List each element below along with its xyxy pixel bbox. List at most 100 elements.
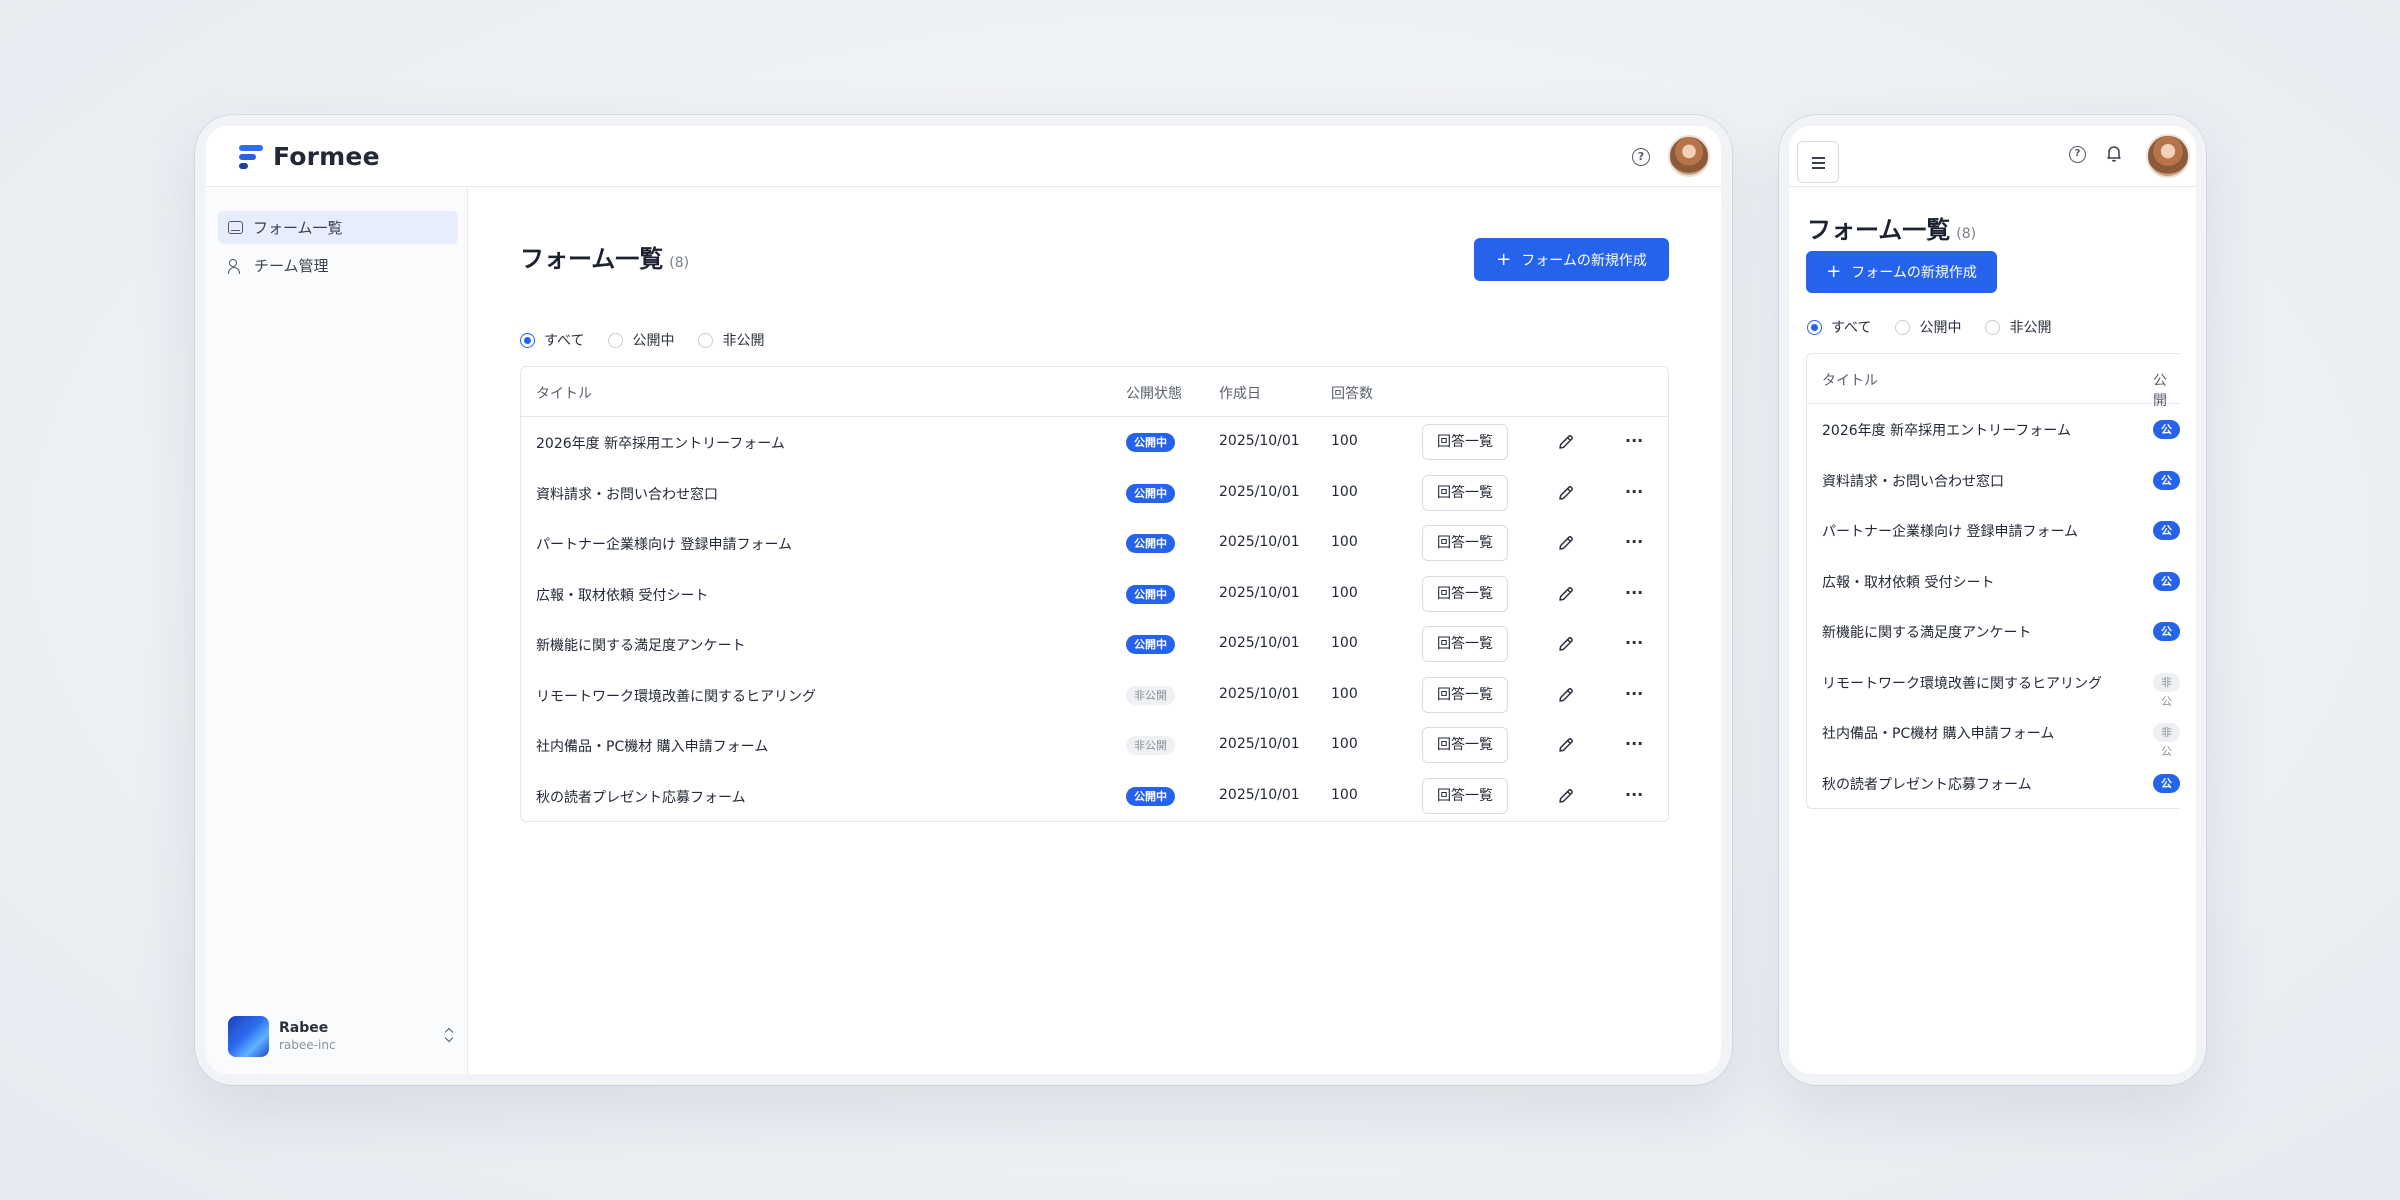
responses-button[interactable]: 回答一覧 [1422, 424, 1508, 460]
status-badge: 公開中 [1126, 786, 1175, 806]
responses-button[interactable]: 回答一覧 [1422, 727, 1508, 763]
org-switcher[interactable]: Rabee rabee-inc [228, 1014, 458, 1058]
form-title[interactable]: リモートワーク環境改善に関するヒアリング [1822, 673, 2102, 693]
table-row[interactable]: 社内備品・PC機材 購入申請フォーム 非公 [1807, 707, 2180, 758]
menu-button[interactable] [1797, 141, 1839, 183]
mobile-device-frame: ? フォーム一覧 (8) + フォームの新規作成 すべて 公開中 非公開 タイトル… [1779, 115, 2206, 1085]
user-avatar[interactable] [2146, 134, 2190, 178]
plus-icon: + [1826, 261, 1842, 282]
brand-name: Formee [273, 142, 380, 171]
responses-button[interactable]: 回答一覧 [1422, 474, 1508, 511]
radio-button[interactable] [698, 332, 714, 348]
app-header: Formee ? [206, 126, 1721, 187]
table-row[interactable]: 広報・取材依頼 受付シート 公開 [1807, 556, 2180, 607]
page-title: フォーム一覧 (8) [1807, 216, 1977, 244]
table-row[interactable]: 広報・取材依頼 受付シート 公開中 2025/10/01 100 回答一覧 ··· [521, 569, 1668, 620]
filter-public[interactable]: 公開中 [1895, 317, 1961, 337]
table-row[interactable]: 社内備品・PC機材 購入申請フォーム 非公開 2025/10/01 100 回答一覧 ··… [521, 720, 1668, 771]
form-title[interactable]: パートナー企業様向け 登録申請フォーム [536, 534, 792, 554]
table-row[interactable]: パートナー企業様向け 登録申請フォーム 公開 [1807, 505, 2180, 556]
table-row[interactable]: 秋の読者プレゼント応募フォーム 公開 [1807, 758, 2180, 808]
responses-button[interactable]: 回答一覧 [1422, 575, 1508, 612]
responses-button[interactable]: 回答一覧 [1422, 626, 1508, 662]
table-row[interactable]: リモートワーク環境改善に関するヒアリング 非公開 2025/10/01 100 回答一覧… [521, 670, 1668, 721]
filter-private[interactable]: 非公開 [1985, 317, 2051, 337]
status-badge: 非公 [2153, 723, 2180, 758]
table-row[interactable]: パートナー企業様向け 登録申請フォーム 公開中 2025/10/01 100 回答一覧 ·… [521, 518, 1668, 569]
pencil-icon[interactable] [1556, 483, 1576, 503]
radio-button[interactable] [1985, 319, 2001, 335]
form-title[interactable]: 2026年度 新卒採用エントリーフォーム [1822, 420, 2071, 440]
radio-button[interactable] [1807, 319, 1822, 335]
pencil-icon[interactable] [1556, 584, 1576, 604]
table-row[interactable]: 秋の読者プレゼント応募フォーム 公開中 2025/10/01 100 回答一覧 ··· [521, 771, 1668, 822]
filter-all[interactable]: すべて [520, 330, 584, 350]
pencil-icon[interactable] [1556, 685, 1576, 705]
form-title[interactable]: 社内備品・PC機材 購入申請フォーム [1822, 723, 2054, 743]
form-title[interactable]: 秋の読者プレゼント応募フォーム [536, 787, 746, 807]
form-title[interactable]: リモートワーク環境改善に関するヒアリング [536, 686, 816, 706]
form-title[interactable]: 広報・取材依頼 受付シート [536, 585, 708, 605]
response-count: 100 [1331, 534, 1358, 550]
forms-table: タイトル 公開 2026年度 新卒採用エントリーフォーム 公開 資料請求・お問い合わ… [1806, 353, 2180, 809]
table-row[interactable]: 2026年度 新卒採用エントリーフォーム 公開 [1807, 404, 2180, 455]
radio-button[interactable] [608, 332, 624, 348]
sidebar-item-team[interactable]: チーム管理 [218, 249, 469, 282]
user-avatar[interactable] [1668, 135, 1710, 177]
org-logo [228, 1015, 269, 1057]
more-options-icon[interactable]: ··· [1625, 785, 1643, 805]
chevron-up-down-icon [444, 1027, 454, 1043]
response-count: 100 [1331, 483, 1358, 500]
bell-icon[interactable] [2106, 145, 2122, 162]
more-options-icon[interactable]: ··· [1625, 431, 1643, 451]
form-title[interactable]: 資料請求・お問い合わせ窓口 [536, 484, 718, 504]
table-row[interactable]: 新機能に関する満足度アンケート 公開中 2025/10/01 100 回答一覧 ··· [521, 619, 1668, 670]
filter-private[interactable]: 非公開 [698, 330, 764, 350]
brand-logo[interactable]: Formee [239, 142, 380, 171]
pencil-icon[interactable] [1556, 533, 1576, 553]
new-form-button[interactable]: + フォームの新規作成 [1474, 238, 1669, 281]
help-icon[interactable]: ? [2069, 146, 2086, 163]
radio-button[interactable] [520, 332, 535, 348]
form-title[interactable]: パートナー企業様向け 登録申請フォーム [1822, 521, 2078, 541]
sidebar-item-forms[interactable]: フォーム一覧 [218, 211, 458, 244]
status-badge: 非公開 [1126, 685, 1175, 705]
form-title[interactable]: 広報・取材依頼 受付シート [1822, 572, 1994, 592]
responses-button[interactable]: 回答一覧 [1422, 676, 1508, 713]
responses-button[interactable]: 回答一覧 [1422, 525, 1508, 561]
help-icon[interactable]: ? [1632, 148, 1650, 166]
column-header-responses: 回答数 [1331, 386, 1373, 402]
form-title[interactable]: 社内備品・PC機材 購入申請フォーム [536, 736, 768, 756]
table-row[interactable]: リモートワーク環境改善に関するヒアリング 非公 [1807, 657, 2180, 708]
radio-button[interactable] [1895, 319, 1911, 335]
more-options-icon[interactable]: ··· [1625, 734, 1643, 754]
more-options-icon[interactable]: ··· [1625, 633, 1643, 653]
more-options-icon[interactable]: ··· [1625, 583, 1643, 603]
response-count: 100 [1331, 685, 1358, 702]
form-title[interactable]: 新機能に関する満足度アンケート [536, 635, 745, 655]
table-body: 2026年度 新卒採用エントリーフォーム 公開 資料請求・お問い合わせ窓口 公開 パート… [1807, 404, 2180, 808]
pencil-icon[interactable] [1556, 432, 1576, 452]
filter-all[interactable]: すべて [1807, 317, 1871, 337]
pencil-icon[interactable] [1556, 735, 1576, 755]
pencil-icon[interactable] [1556, 634, 1576, 654]
status-badge: 公開 [2153, 773, 2180, 808]
form-title[interactable]: 2026年度 新卒採用エントリーフォーム [536, 433, 785, 453]
table-row[interactable]: 2026年度 新卒採用エントリーフォーム 公開中 2025/10/01 100 回答一覧… [521, 417, 1668, 468]
more-options-icon[interactable]: ··· [1625, 684, 1643, 704]
form-title[interactable]: 資料請求・お問い合わせ窓口 [1822, 471, 2004, 491]
new-form-button[interactable]: + フォームの新規作成 [1806, 251, 1997, 293]
table-row[interactable]: 新機能に関する満足度アンケート 公開 [1807, 606, 2180, 657]
inbox-icon [228, 221, 243, 234]
more-options-icon[interactable]: ··· [1625, 482, 1643, 502]
more-options-icon[interactable]: ··· [1625, 532, 1643, 552]
form-title[interactable]: 新機能に関する満足度アンケート [1822, 622, 2031, 642]
responses-button[interactable]: 回答一覧 [1422, 777, 1508, 814]
table-row[interactable]: 資料請求・お問い合わせ窓口 公開中 2025/10/01 100 回答一覧 ··· [521, 468, 1668, 519]
form-title[interactable]: 秋の読者プレゼント応募フォーム [1822, 774, 2032, 794]
table-row[interactable]: 資料請求・お問い合わせ窓口 公開 [1807, 455, 2180, 506]
pencil-icon[interactable] [1556, 786, 1576, 806]
filter-public[interactable]: 公開中 [608, 330, 674, 350]
page-title: フォーム一覧 (8) [520, 245, 690, 273]
desktop-screen: Formee ? フォーム一覧 チーム管理 Rabee rabee-inc フォ… [206, 126, 1721, 1074]
